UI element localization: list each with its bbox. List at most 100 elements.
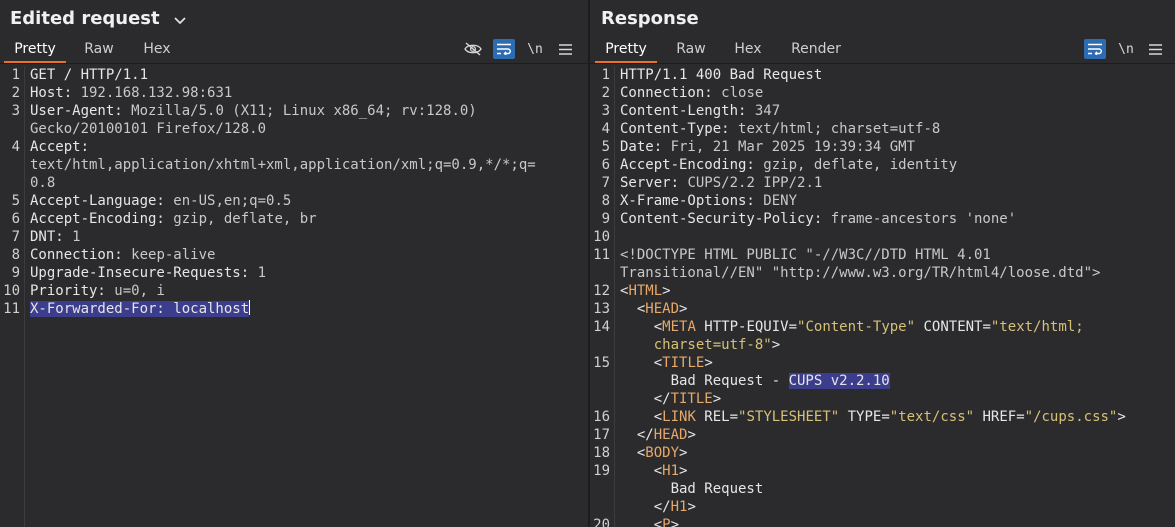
code-line[interactable]: 9 Content-Security-Policy: frame-ancestor… (590, 210, 1175, 228)
code-line[interactable]: 17 </HEAD> (590, 426, 1175, 444)
line-number: 19 (593, 463, 610, 479)
word-wrap-icon[interactable] (493, 39, 515, 59)
code-token: > (771, 337, 781, 353)
code-line[interactable]: 15 <TITLE> (590, 354, 1175, 372)
newline-toggle-icon[interactable]: \n (524, 39, 546, 59)
selected-text: CUPS v2.2.10 (788, 373, 890, 389)
code-token: en-US,en;q=0.5 (173, 193, 292, 209)
code-line[interactable]: 10 (590, 228, 1175, 246)
line-number: 11 (3, 301, 20, 317)
code-line[interactable]: 18 <BODY> (590, 444, 1175, 462)
code-token: Content-Length: (620, 103, 755, 119)
code-line[interactable]: 4 Accept: (0, 138, 588, 156)
code-line[interactable]: Transitional//EN" "http://www.w3.org/TR/… (590, 264, 1175, 282)
line-number: 2 (601, 85, 610, 101)
code-line[interactable]: 0.8 (0, 174, 588, 192)
code-token: Content-Security-Policy: (620, 211, 831, 227)
line-text: <HEAD> (620, 300, 1171, 318)
code-token: frame-ancestors 'none' (830, 211, 1017, 227)
line-text: Gecko/20100101 Firefox/128.0 (30, 120, 584, 138)
line-text: Transitional//EN" "http://www.w3.org/TR/… (620, 264, 1171, 282)
code-line[interactable]: 11 X-Forwarded-For: localhost (0, 300, 588, 318)
newline-toggle-icon[interactable]: \n (1115, 39, 1137, 59)
line-number: 16 (593, 409, 610, 425)
line-number: 2 (11, 85, 20, 101)
code-token: < (620, 445, 646, 461)
code-line[interactable]: 1 HTTP/1.1 400 Bad Request (590, 66, 1175, 84)
code-line[interactable]: 3 Content-Length: 347 (590, 102, 1175, 120)
code-token: text/html; charset=utf-8 (738, 121, 941, 137)
code-line[interactable]: 7 DNT: 1 (0, 228, 588, 246)
code-line[interactable]: 6 Accept-Encoding: gzip, deflate, identit… (590, 156, 1175, 174)
code-line[interactable]: 4 Content-Type: text/html; charset=utf-8 (590, 120, 1175, 138)
code-line[interactable]: 20 <P> (590, 516, 1175, 527)
tab-response-pretty[interactable]: Pretty (595, 37, 657, 63)
code-token: Connection: (620, 85, 722, 101)
word-wrap-icon[interactable] (1084, 39, 1106, 59)
line-number: 18 (593, 445, 610, 461)
code-line[interactable]: text/html,application/xhtml+xml,applicat… (0, 156, 588, 174)
code-token: > (670, 517, 680, 527)
code-token: Server: (620, 175, 688, 191)
code-line[interactable]: 8 X-Frame-Options: DENY (590, 192, 1175, 210)
code-line[interactable]: 10 Priority: u=0, i (0, 282, 588, 300)
code-token: 1 (72, 229, 81, 245)
hamburger-menu-icon[interactable] (1144, 39, 1166, 59)
line-number: 7 (11, 229, 20, 245)
code-token: Bad Request - (620, 373, 789, 389)
chevron-down-icon[interactable] (174, 9, 186, 30)
response-editor[interactable]: 1 HTTP/1.1 400 Bad Request 2 Connection: cl… (590, 66, 1175, 527)
code-line[interactable]: Bad Request (590, 480, 1175, 498)
code-line[interactable]: 6 Accept-Encoding: gzip, deflate, br (0, 210, 588, 228)
code-line[interactable]: 5 Accept-Language: en-US,en;q=0.5 (0, 192, 588, 210)
code-line[interactable]: Bad Request - CUPS v2.2.10 (590, 372, 1175, 390)
tab-response-raw[interactable]: Raw (668, 37, 714, 61)
code-line[interactable]: 13 <HEAD> (590, 300, 1175, 318)
code-token: HEAD (645, 301, 680, 317)
code-line[interactable]: 11 <!DOCTYPE HTML PUBLIC "-//W3C//DTD HTM… (590, 246, 1175, 264)
tab-underline-rule (590, 63, 1175, 64)
line-number: 4 (601, 121, 610, 137)
request-editor[interactable]: 1 GET / HTTP/1.1 2 Host: 192.168.132.98:631… (0, 66, 588, 527)
code-line[interactable]: 5 Date: Fri, 21 Mar 2025 19:39:34 GMT (590, 138, 1175, 156)
line-number: 14 (593, 319, 610, 335)
code-line[interactable]: 1 GET / HTTP/1.1 (0, 66, 588, 84)
line-text: </H1> (620, 498, 1171, 516)
tab-underline-rule (0, 63, 588, 64)
code-line[interactable]: 9 Upgrade-Insecure-Requests: 1 (0, 264, 588, 282)
code-line[interactable]: 3 User-Agent: Mozilla/5.0 (X11; Linux x86… (0, 102, 588, 120)
code-token: LINK (662, 409, 696, 425)
tab-response-hex[interactable]: Hex (725, 37, 771, 61)
code-line[interactable]: Gecko/20100101 Firefox/128.0 (0, 120, 588, 138)
line-text: DNT: 1 (30, 228, 584, 246)
line-text: Accept: (30, 138, 584, 156)
line-number: 9 (601, 211, 610, 227)
tab-request-pretty[interactable]: Pretty (4, 37, 66, 63)
code-token: > (679, 445, 688, 461)
code-line[interactable]: 2 Host: 192.168.132.98:631 (0, 84, 588, 102)
tab-request-hex[interactable]: Hex (134, 37, 180, 61)
code-token: X-Frame-Options: (620, 193, 764, 209)
line-number: 1 (11, 67, 20, 83)
eye-off-icon[interactable] (462, 39, 484, 59)
line-number: 8 (601, 193, 610, 209)
tab-response-render[interactable]: Render (784, 37, 848, 61)
code-token: "text/html; (990, 319, 1084, 335)
code-line[interactable]: charset=utf-8"> (590, 336, 1175, 354)
tab-request-raw[interactable]: Raw (76, 37, 122, 61)
code-line[interactable]: 14 <META HTTP-EQUIV="Content-Type" CONTE… (590, 318, 1175, 336)
code-line[interactable]: 8 Connection: keep-alive (0, 246, 588, 264)
hamburger-menu-icon[interactable] (554, 39, 576, 59)
code-token: < (620, 463, 663, 479)
line-text: Priority: u=0, i (30, 282, 584, 300)
code-line[interactable]: 19 <H1> (590, 462, 1175, 480)
code-line[interactable]: </H1> (590, 498, 1175, 516)
line-text: Accept-Encoding: gzip, deflate, br (30, 210, 584, 228)
response-title: Response (601, 8, 699, 29)
code-line[interactable]: 12 <HTML> (590, 282, 1175, 300)
code-line[interactable]: 2 Connection: close (590, 84, 1175, 102)
code-line[interactable]: 16 <LINK REL="STYLESHEET" TYPE="text/css… (590, 408, 1175, 426)
code-line[interactable]: 7 Server: CUPS/2.2 IPP/2.1 (590, 174, 1175, 192)
code-line[interactable]: </TITLE> (590, 390, 1175, 408)
